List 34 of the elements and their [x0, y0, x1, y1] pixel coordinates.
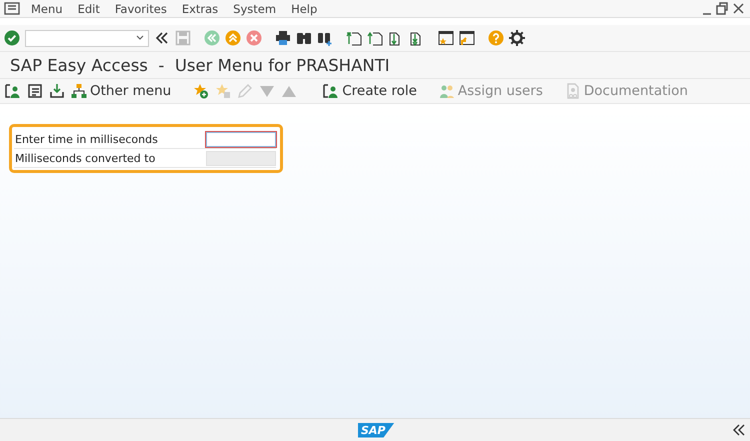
input-field[interactable]: [206, 132, 276, 146]
download-icon[interactable]: [49, 83, 65, 99]
field-label: Milliseconds converted to: [14, 152, 156, 164]
user-frame-icon[interactable]: [5, 83, 21, 99]
page-up-icon[interactable]: [346, 30, 362, 46]
check-icon[interactable]: [4, 30, 20, 46]
command-field[interactable]: [25, 30, 149, 46]
field-label: Enter time in milliseconds: [14, 132, 159, 146]
menu-item[interactable]: Edit: [78, 2, 100, 16]
star-icon[interactable]: [215, 83, 232, 99]
page-up-icon[interactable]: [367, 30, 383, 46]
star-plus-icon[interactable]: [193, 83, 210, 99]
menu-item[interactable]: Extras: [182, 2, 218, 16]
double-chevron-icon[interactable]: [732, 422, 746, 438]
menu-item[interactable]: Menu: [31, 2, 63, 16]
users-icon: [438, 83, 455, 99]
menu-item[interactable]: Favorites: [114, 2, 167, 16]
sap-logo: SAP: [358, 422, 394, 438]
restore-icon[interactable]: [716, 0, 728, 16]
output-field[interactable]: [206, 150, 276, 166]
menu-icon[interactable]: [4, 0, 20, 16]
double-chevron-icon[interactable]: [154, 30, 170, 46]
toolbar-button[interactable]: Create role: [323, 83, 417, 99]
hierarchy-icon: [71, 83, 87, 99]
settings-icon[interactable]: [509, 30, 525, 46]
document-icon: [564, 83, 581, 99]
print-icon[interactable]: [275, 30, 291, 46]
user-frame-icon: [323, 83, 340, 99]
menu-item[interactable]: System: [233, 2, 276, 16]
menu-item[interactable]: Help: [291, 2, 318, 16]
screen-title: SAP Easy Access - User Menu for PRASHANTI: [10, 56, 390, 74]
toolbar-button[interactable]: Other menu: [71, 83, 172, 99]
close-icon[interactable]: [732, 0, 744, 16]
document-icon[interactable]: [27, 83, 43, 99]
